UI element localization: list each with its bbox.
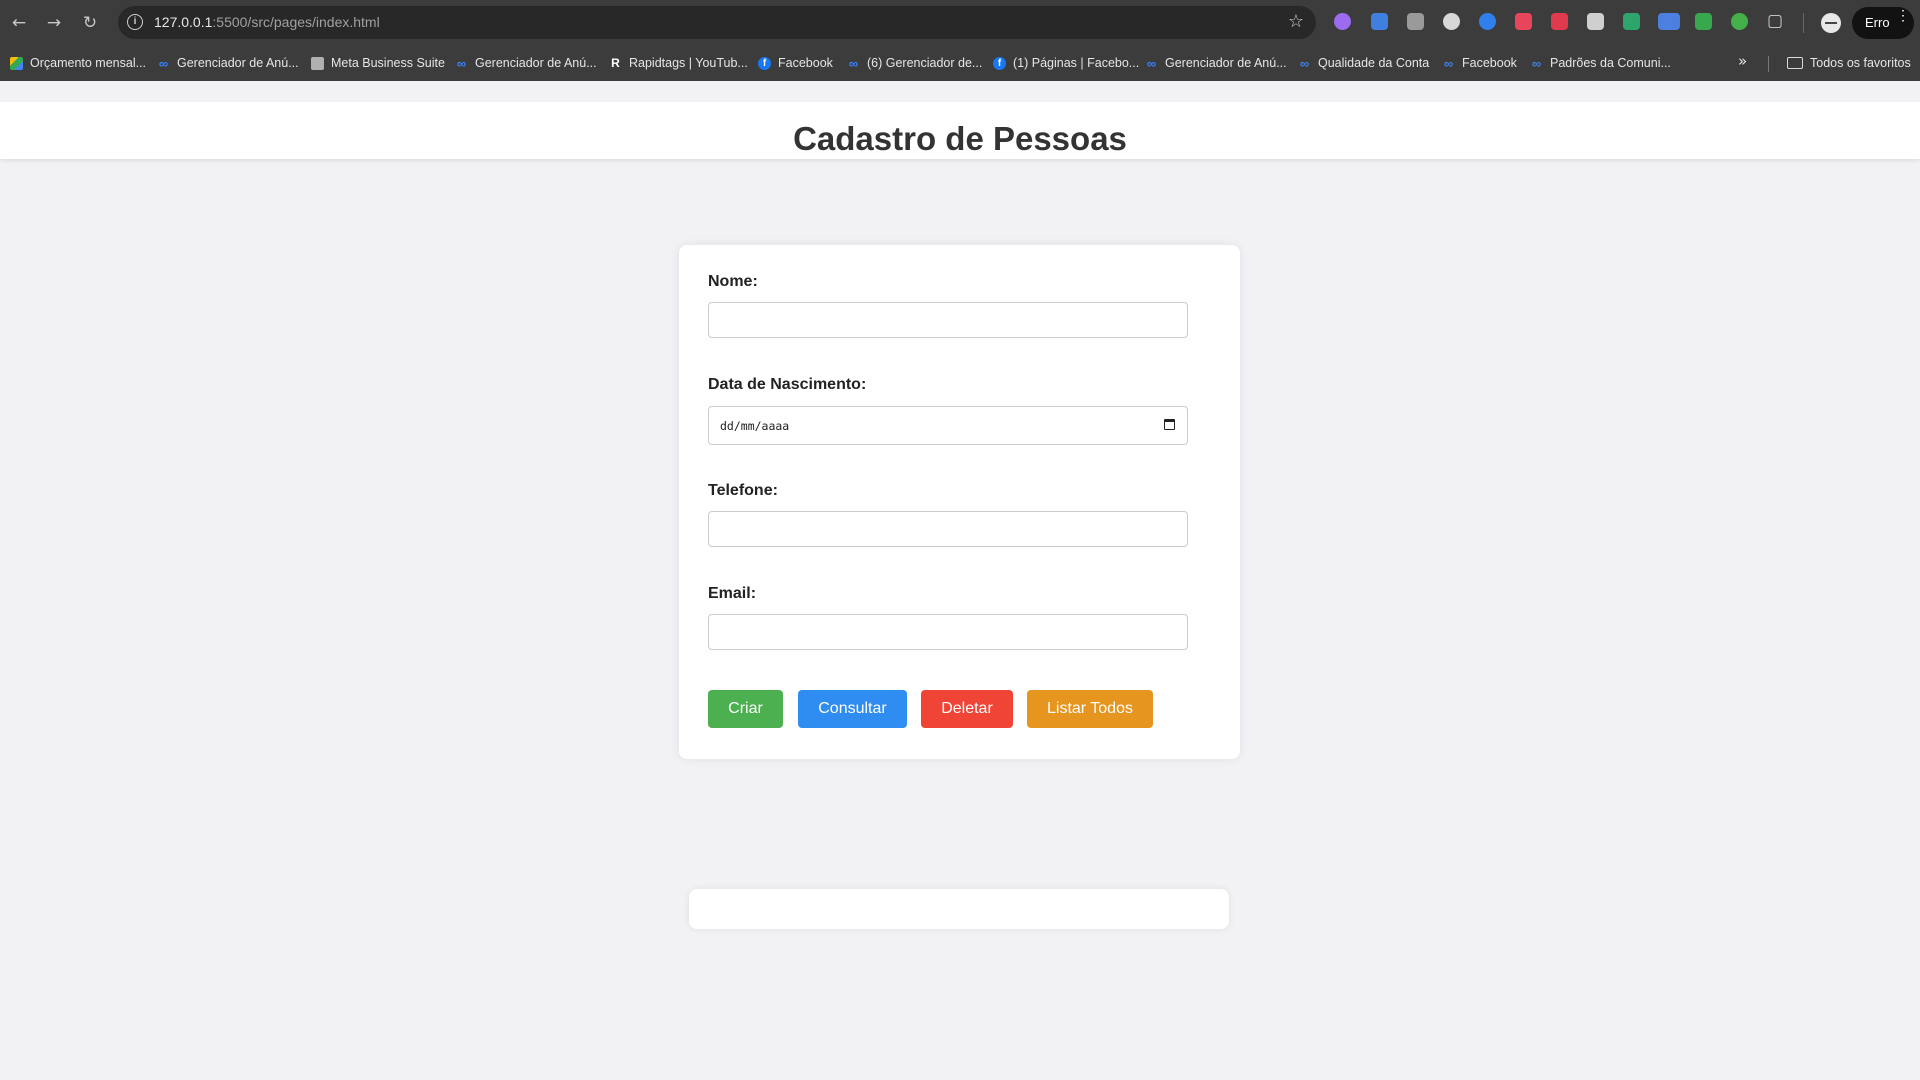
nascimento-date-input[interactable]: dd/mm/aaaa [708, 406, 1188, 445]
meta-icon: ∞ [1299, 55, 1310, 71]
bookmark-label: Gerenciador de Anú... [177, 56, 299, 70]
avatar[interactable] [1821, 13, 1841, 33]
all-bookmarks-folder[interactable]: Todos os favoritos [1787, 54, 1911, 72]
bookmark-item[interactable]: ∞ Facebook [1442, 54, 1517, 72]
bookmark-item[interactable]: ∞ Gerenciador de Anú... [1145, 54, 1287, 72]
bookmark-label: Qualidade da Conta [1318, 56, 1430, 70]
url-host: 127.0.0.1 [154, 14, 213, 30]
email-label: Email: [708, 585, 757, 602]
drive-icon [10, 56, 23, 70]
email-input[interactable] [708, 614, 1188, 650]
back-icon[interactable]: ← [7, 11, 31, 35]
bookmark-label: Gerenciador de Anú... [475, 56, 597, 70]
rapidtags-icon: R [611, 56, 620, 70]
meta-icon: ∞ [158, 55, 169, 71]
facebook-icon: f [758, 56, 771, 70]
telefone-label: Telefone: [708, 482, 778, 499]
bookmark-label: Rapidtags | YouTub... [629, 56, 748, 70]
meta-icon: ∞ [456, 55, 467, 71]
all-bookmarks-label: Todos os favoritos [1810, 56, 1911, 70]
bookmarks-bar: Orçamento mensal... ∞ Gerenciador de Anú.… [0, 46, 1920, 81]
bookmark-item[interactable]: R Rapidtags | YouTub... [609, 54, 748, 72]
extension-icon[interactable] [1443, 13, 1460, 30]
page-header: Cadastro de Pessoas [0, 102, 1920, 159]
result-panel [689, 889, 1229, 929]
consultar-button[interactable]: Consultar [798, 690, 907, 728]
url-path: :5500/src/pages/index.html [212, 14, 380, 30]
extension-icon[interactable] [1658, 13, 1680, 30]
extension-icon[interactable] [1695, 13, 1712, 30]
address-bar[interactable]: i 127.0.0.1:5500/src/pages/index.html ☆ [118, 6, 1316, 39]
listar-todos-button[interactable]: Listar Todos [1027, 690, 1153, 728]
extension-icon[interactable] [1334, 13, 1351, 30]
bookmark-item[interactable]: ∞ Gerenciador de Anú... [455, 54, 597, 72]
site-info-icon[interactable]: i [127, 14, 143, 30]
calendar-icon[interactable] [1164, 419, 1175, 430]
extension-icon[interactable] [1551, 13, 1568, 30]
bookmark-star-icon[interactable]: ☆ [1288, 11, 1304, 32]
bookmark-item[interactable]: Meta Business Suite [311, 54, 445, 72]
date-placeholder: dd/mm/aaaa [720, 419, 790, 433]
toolbar-divider [1803, 13, 1804, 33]
bookmark-label: Padrões da Comuni... [1550, 56, 1671, 70]
chevron-double-right-icon[interactable]: » [1738, 52, 1747, 70]
bookmarks-divider [1768, 56, 1769, 72]
meta-icon: ∞ [1531, 55, 1542, 71]
kebab-menu-icon[interactable]: ⋮ [1896, 8, 1910, 22]
bookmark-label: Facebook [778, 56, 833, 70]
telefone-input[interactable] [708, 511, 1188, 547]
folder-icon [1787, 57, 1803, 69]
deletar-button[interactable]: Deletar [921, 690, 1013, 728]
bookmark-item[interactable]: ∞ (6) Gerenciador de... [847, 54, 982, 72]
meta-icon: ∞ [1443, 55, 1454, 71]
person-form: Nome: Data de Nascimento: dd/mm/aaaa Tel… [679, 245, 1240, 759]
bookmark-label: Meta Business Suite [331, 56, 445, 70]
reload-icon[interactable]: ↻ [78, 11, 102, 35]
extensions-puzzle-icon[interactable]: ▢ [1767, 11, 1783, 31]
bookmark-item[interactable]: Orçamento mensal... [10, 54, 146, 72]
profile-error-label: Erro [1865, 15, 1890, 30]
bookmark-item[interactable]: ∞ Gerenciador de Anú... [157, 54, 299, 72]
suite-icon [311, 56, 324, 70]
forward-icon[interactable]: → [42, 11, 66, 35]
bookmark-item[interactable]: ∞ Padrões da Comuni... [1530, 54, 1671, 72]
criar-button[interactable]: Criar [708, 690, 783, 728]
extension-icon[interactable] [1731, 13, 1748, 30]
extension-icon[interactable] [1479, 13, 1496, 30]
nome-label: Nome: [708, 273, 758, 290]
extension-icon[interactable] [1515, 13, 1532, 30]
nome-input[interactable] [708, 302, 1188, 338]
browser-toolbar: ← → ↻ i 127.0.0.1:5500/src/pages/index.h… [0, 0, 1920, 46]
bookmark-label: (6) Gerenciador de... [867, 56, 983, 70]
url-text[interactable]: 127.0.0.1:5500/src/pages/index.html [154, 14, 380, 30]
extension-icon[interactable] [1623, 13, 1640, 30]
bookmark-label: Orçamento mensal... [30, 56, 147, 70]
profile-error-button[interactable]: Erro ⋮ [1852, 7, 1914, 39]
page-title: Cadastro de Pessoas [793, 120, 1127, 157]
nascimento-label: Data de Nascimento: [708, 376, 867, 393]
bookmark-label: (1) Páginas | Facebo... [1013, 56, 1140, 70]
bookmark-item[interactable]: f Facebook [758, 54, 833, 72]
bookmark-item[interactable]: f (1) Páginas | Facebo... [993, 54, 1139, 72]
facebook-icon: f [993, 56, 1006, 70]
extension-icon[interactable] [1371, 13, 1388, 30]
extension-icon[interactable] [1407, 13, 1424, 30]
bookmark-label: Facebook [1462, 56, 1517, 70]
bookmark-label: Gerenciador de Anú... [1165, 56, 1287, 70]
meta-icon: ∞ [848, 55, 859, 71]
extension-icon[interactable] [1587, 13, 1604, 30]
bookmark-item[interactable]: ∞ Qualidade da Conta [1298, 54, 1429, 72]
meta-icon: ∞ [1146, 55, 1157, 71]
browser-chrome: ← → ↻ i 127.0.0.1:5500/src/pages/index.h… [0, 0, 1920, 81]
